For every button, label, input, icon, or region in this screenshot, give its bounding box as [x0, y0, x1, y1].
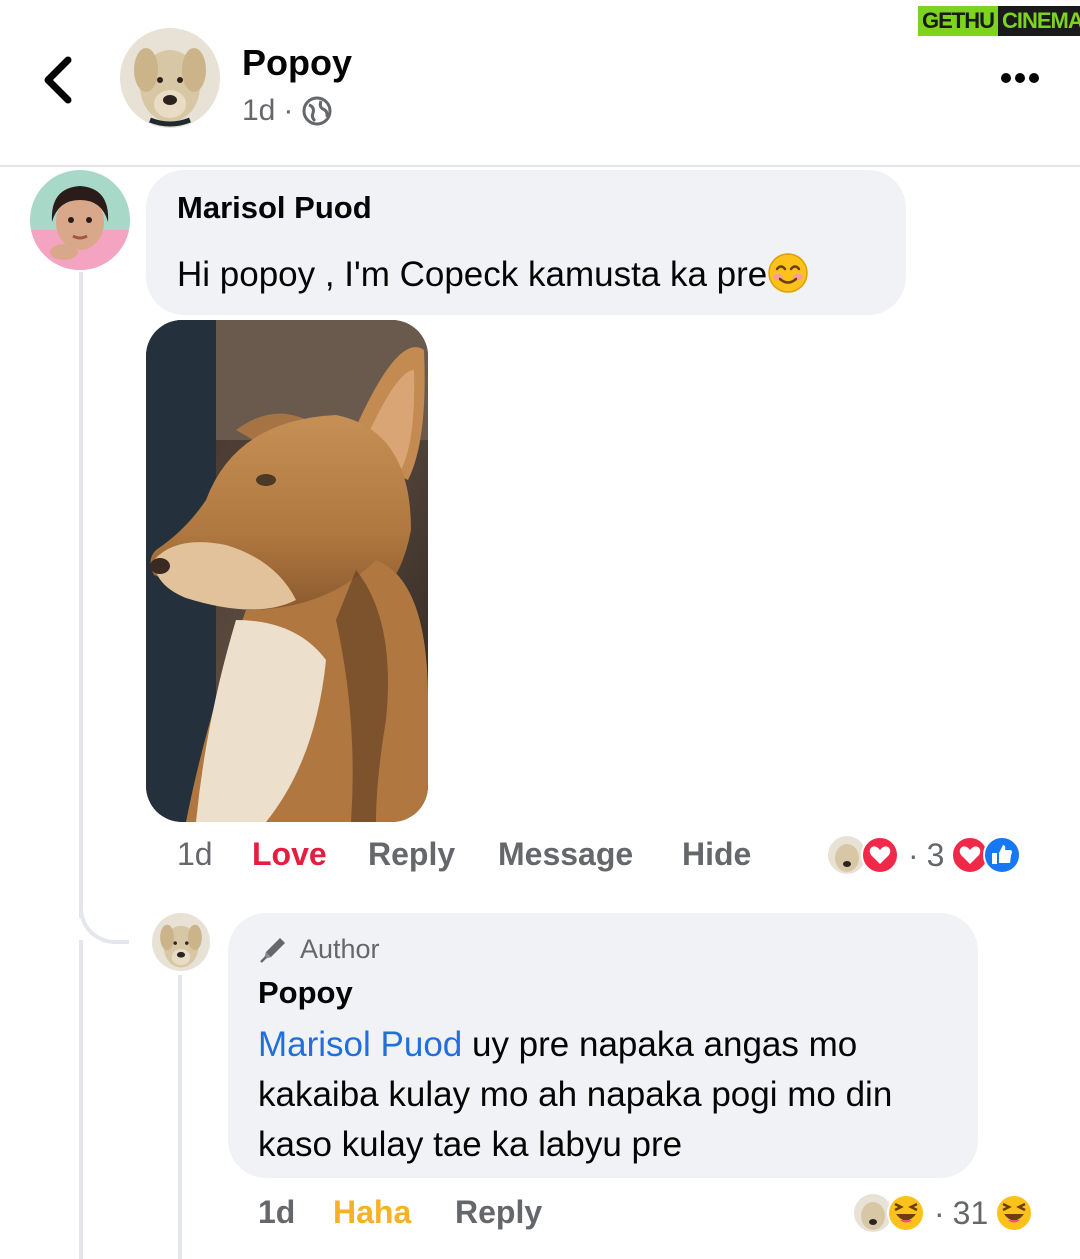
- thread-line: [79, 272, 83, 918]
- post-meta: 1d ·: [242, 94, 333, 128]
- smiling-face-emoji-icon: [768, 253, 809, 293]
- back-arrow-icon[interactable]: [36, 52, 86, 108]
- post-time: 1d: [242, 94, 276, 127]
- watermark-left: GETHU: [918, 6, 998, 36]
- thread-line-continued: [79, 940, 83, 1259]
- more-options-icon[interactable]: [996, 62, 1044, 94]
- reaction-summary[interactable]: · 3: [826, 834, 1022, 876]
- love-reaction-icon: [861, 836, 899, 874]
- reaction-count: 3: [926, 836, 945, 873]
- watermark-right: CINEMA: [998, 6, 1080, 36]
- reply-button[interactable]: Reply: [368, 836, 455, 873]
- comment-body: Hi popoy , I'm Copeck kamusta ka pre: [177, 255, 768, 294]
- avatar[interactable]: [120, 28, 220, 128]
- reaction-separator: ·: [908, 836, 919, 873]
- watermark-logo: GETHU CINEMA: [918, 5, 1080, 37]
- page-title[interactable]: Popoy: [242, 42, 352, 84]
- thread-connector: [79, 880, 129, 944]
- meta-separator: ·: [283, 94, 294, 127]
- globe-icon: [302, 96, 332, 126]
- comment-photo-dog[interactable]: [146, 320, 428, 822]
- author-badge: Author: [258, 933, 380, 965]
- love-button[interactable]: Love: [252, 836, 327, 873]
- mention-link[interactable]: Marisol Puod: [258, 1025, 462, 1064]
- reaction-separator: ·: [934, 1194, 945, 1231]
- author-badge-label: Author: [300, 933, 380, 964]
- comment-time: 1d: [177, 836, 213, 872]
- reply-author[interactable]: Popoy: [258, 975, 353, 1011]
- reply-reaction-summary[interactable]: · 31: [852, 1192, 1034, 1234]
- commenter-avatar[interactable]: [30, 170, 130, 270]
- message-button[interactable]: Message: [498, 836, 633, 873]
- haha-reaction-icon: [887, 1194, 925, 1232]
- reply-avatar[interactable]: [152, 913, 210, 971]
- hide-button[interactable]: Hide: [682, 836, 751, 873]
- haha-button[interactable]: Haha: [333, 1194, 411, 1231]
- reply-thread-line: [178, 975, 182, 1259]
- haha-reaction-icon: [995, 1194, 1034, 1232]
- reply-time: 1d: [258, 1194, 296, 1230]
- reaction-count: 31: [952, 1194, 989, 1231]
- header-divider: [0, 165, 1080, 167]
- comment-author[interactable]: Marisol Puod: [177, 190, 372, 226]
- comment-text: Hi popoy , I'm Copeck kamusta ka pre: [177, 252, 809, 295]
- like-reaction-icon: [983, 836, 1022, 874]
- reply-text: Marisol Puod uy pre napaka angas mo kaka…: [258, 1020, 958, 1170]
- pencil-icon: [260, 938, 285, 963]
- reply-reply-button[interactable]: Reply: [455, 1194, 542, 1231]
